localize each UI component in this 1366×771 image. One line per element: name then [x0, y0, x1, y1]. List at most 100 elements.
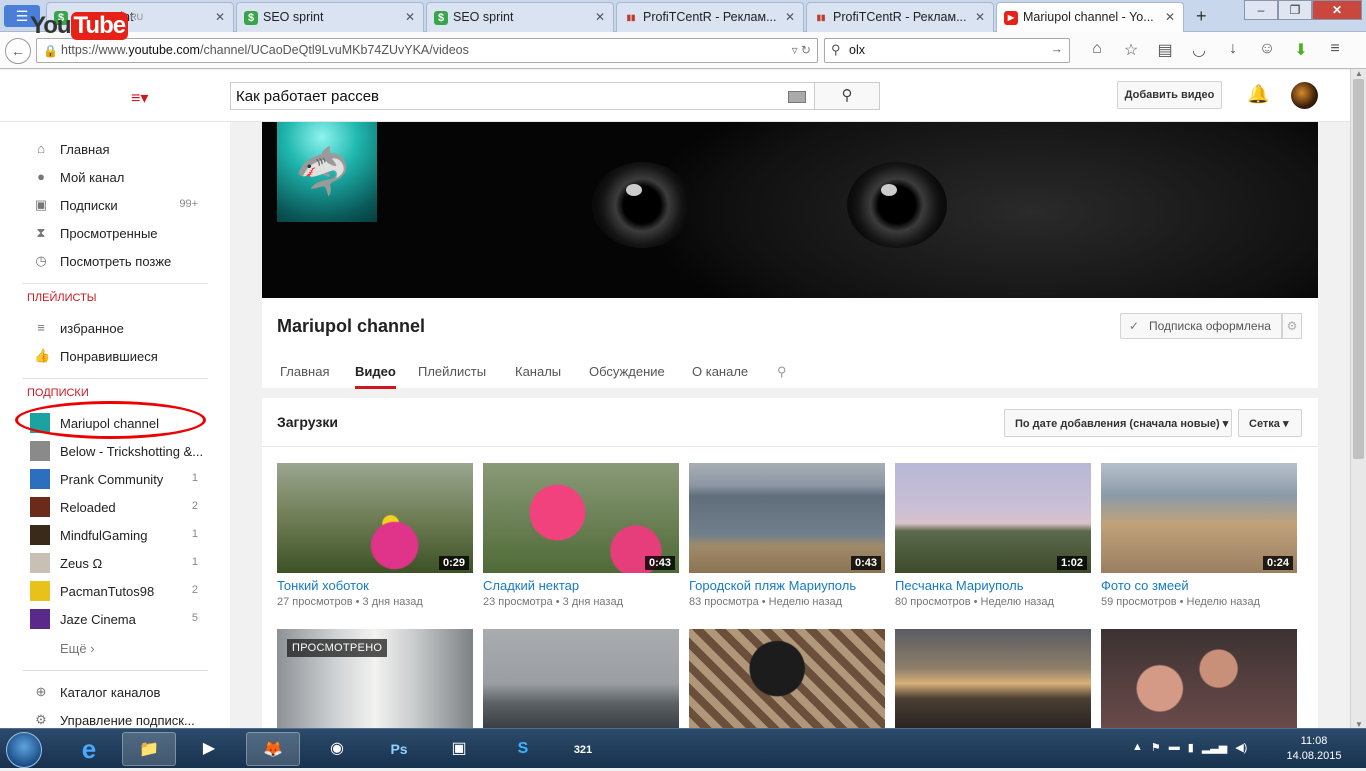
maximize-icon[interactable]: ❐ [1278, 0, 1312, 20]
photoshop-icon[interactable]: Ps [372, 732, 426, 766]
bookmark-star-icon[interactable]: ☆ [1114, 40, 1148, 60]
network-signal-icon[interactable]: ▂▃▅ [1202, 741, 1227, 754]
channel-tab[interactable]: Обсуждение [589, 364, 665, 389]
subscribed-button[interactable]: ✓ Подписка оформлена [1120, 313, 1282, 339]
youtube-search-input[interactable]: Как работает рассев [230, 82, 815, 110]
sidebar-item[interactable]: ⧗ Просмотренные [34, 223, 214, 247]
ie-icon[interactable]: e [62, 732, 116, 766]
video-thumbnail[interactable]: 0:43 [483, 463, 679, 573]
sidebar-section-heading[interactable]: ПОДПИСКИ [27, 387, 89, 399]
url-dropdown-reload-icons[interactable]: ▿ ↻ [792, 43, 811, 57]
language-flag-icon[interactable]: ▬ [1169, 741, 1180, 754]
tray-arrow-icon[interactable]: ▲ [1132, 741, 1143, 754]
chrome-icon[interactable]: ◉ [310, 732, 364, 766]
reading-list-icon[interactable]: ▤ [1148, 40, 1182, 60]
video-thumbnail[interactable]: 1:02 [895, 463, 1091, 573]
system-clock[interactable]: 11:08 14.08.2015 [1284, 734, 1344, 764]
youtube-logo[interactable]: You Tube RU [30, 12, 143, 40]
keyboard-icon[interactable] [788, 91, 806, 103]
sidebar-more-link[interactable]: Ещё › [34, 638, 214, 662]
video-title-link[interactable]: Сладкий нектар [483, 578, 679, 593]
video-thumbnail[interactable] [483, 629, 679, 728]
sidebar-item[interactable]: Below - Trickshotting &... [30, 441, 214, 465]
safely-remove-icon[interactable]: ▮ [1188, 741, 1194, 754]
minimize-icon[interactable]: – [1244, 0, 1278, 20]
video-thumbnail[interactable] [689, 629, 885, 728]
sidebar-item[interactable]: PacmanTutos98 2 [30, 581, 214, 605]
skype-icon[interactable]: S [496, 732, 550, 766]
video-title-link[interactable]: Тонкий хоботок [277, 578, 473, 593]
browser-tab[interactable]: $ SEO sprint ✕ [236, 2, 424, 32]
video-thumbnail[interactable] [1101, 629, 1297, 728]
page-scrollbar[interactable]: ▲ ▼ [1350, 69, 1366, 729]
view-mode-dropdown[interactable]: Сетка ▾ [1238, 409, 1302, 437]
video-title-link[interactable]: Фото со змеей [1101, 578, 1297, 593]
address-bar[interactable]: 🔒 https://www.youtube.com/channel/UCaoDe… [36, 38, 818, 63]
app-icon[interactable]: ▣ [432, 732, 486, 766]
sidebar-item[interactable]: ≡ избранное [34, 318, 214, 342]
home-toolbar-icon[interactable]: ⌂ [1080, 40, 1114, 60]
video-thumbnail[interactable]: 0:43 [689, 463, 885, 573]
sidebar-item[interactable]: ◷ Посмотреть позже [34, 251, 214, 275]
back-icon[interactable]: ← [5, 38, 31, 64]
action-center-flag-icon[interactable]: ⚑ [1151, 741, 1161, 754]
pocket-icon[interactable]: ◡ [1182, 40, 1216, 60]
sidebar-item[interactable]: ⌂ Главная [34, 139, 214, 163]
sidebar-item[interactable]: ▣ Подписки 99+ [34, 195, 214, 219]
explorer-icon[interactable]: 📁 [122, 732, 176, 766]
close-window-icon[interactable]: ✕ [1312, 0, 1362, 20]
media-player-classic-icon[interactable]: 321 [556, 732, 610, 766]
browser-tab[interactable]: ▶ Mariupol channel - Yo... ✕ [996, 2, 1184, 33]
channel-tab[interactable]: Плейлисты [418, 364, 486, 389]
video-thumbnail[interactable] [895, 629, 1091, 728]
youtube-search-button[interactable]: ⚲ [814, 82, 880, 110]
media-player-icon[interactable]: ▶ [182, 732, 236, 766]
user-avatar[interactable] [1291, 82, 1318, 109]
download-icon[interactable]: ↓ [1216, 40, 1250, 60]
channel-tab[interactable]: Видео [355, 364, 396, 389]
channel-search-icon[interactable]: ⚲ [777, 364, 787, 389]
video-thumbnail[interactable]: 0:29 [277, 463, 473, 573]
start-button[interactable] [6, 732, 42, 768]
search-go-icon[interactable]: → [1051, 42, 1064, 56]
addon-download-icon[interactable]: ⬇ [1284, 40, 1318, 60]
tab-close-icon[interactable]: ✕ [405, 10, 415, 24]
channel-avatar[interactable]: 🦈 [277, 122, 377, 222]
channel-tab[interactable]: Каналы [515, 364, 561, 389]
tab-close-icon[interactable]: ✕ [785, 10, 795, 24]
tab-close-icon[interactable]: ✕ [215, 10, 225, 24]
browser-tab[interactable]: ▮▮ ProfiTCentR - Реклам... ✕ [806, 2, 994, 32]
sidebar-section-heading[interactable]: ПЛЕЙЛИСТЫ [27, 292, 97, 304]
sidebar-item[interactable]: Reloaded 2 [30, 497, 214, 521]
channel-tab[interactable]: Главная [280, 364, 329, 389]
subscription-settings-gear-icon[interactable]: ⚙ [1282, 313, 1302, 339]
channel-title[interactable]: Mariupol channel [277, 316, 425, 337]
new-tab-icon[interactable]: + [1196, 6, 1207, 27]
hamburger-menu-icon[interactable]: ≡ [1318, 40, 1352, 60]
sort-dropdown[interactable]: По дате добавления (сначала новые) ▾ [1004, 409, 1232, 437]
guide-menu-icon[interactable]: ≡▾ [131, 88, 148, 108]
video-title-link[interactable]: Городской пляж Мариуполь [689, 578, 885, 593]
firefox-icon[interactable]: 🦊 [246, 732, 300, 766]
scrollbar-thumb[interactable] [1353, 79, 1364, 459]
sidebar-item[interactable]: 👍 Понравившиеся [34, 346, 214, 370]
tab-close-icon[interactable]: ✕ [975, 10, 985, 24]
sidebar-item[interactable]: Prank Community 1 [30, 469, 214, 493]
volume-icon[interactable]: ◀) [1235, 741, 1247, 754]
video-thumbnail[interactable]: ПРОСМОТРЕНО [277, 629, 473, 728]
sidebar-item[interactable]: Zeus Ω 1 [30, 553, 214, 577]
hello-icon[interactable]: ☺ [1250, 40, 1284, 60]
tab-close-icon[interactable]: ✕ [1165, 10, 1175, 24]
browser-search-input[interactable]: ⚲ olx → [824, 38, 1070, 63]
sidebar-item[interactable]: ⊕ Каталог каналов [34, 682, 214, 706]
browser-tab[interactable]: $ SEO sprint ✕ [426, 2, 614, 32]
tab-close-icon[interactable]: ✕ [595, 10, 605, 24]
notifications-bell-icon[interactable]: 🔔 [1247, 84, 1269, 105]
sidebar-item[interactable]: ● Мой канал [34, 167, 214, 191]
video-thumbnail[interactable]: 0:24 [1101, 463, 1297, 573]
upload-video-button[interactable]: Добавить видео [1117, 81, 1222, 109]
channel-tab[interactable]: О канале [692, 364, 748, 389]
sidebar-item[interactable]: Jaze Cinema 5 [30, 609, 214, 633]
scroll-up-icon[interactable]: ▲ [1355, 69, 1363, 78]
browser-tab[interactable]: ▮▮ ProfiTCentR - Реклам... ✕ [616, 2, 804, 32]
